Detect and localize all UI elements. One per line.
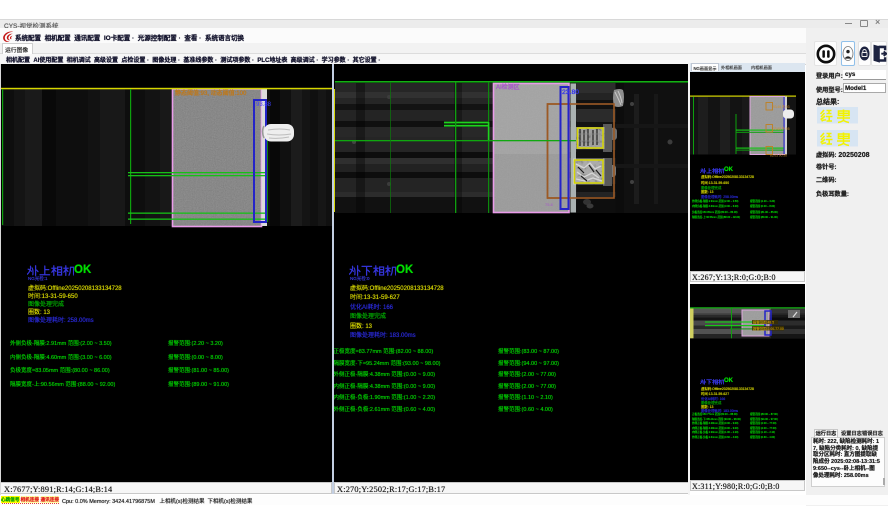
svg-text:静态阈值:93, 动态阈值:100: 静态阈值:93, 动态阈值:100 xyxy=(175,89,247,97)
svg-text:报警范围:48.5: 报警范围:48.5 xyxy=(753,320,774,325)
svg-text:23.68 外:95: 23.68 外:95 xyxy=(773,126,790,131)
svg-text:93.46 内:93: 93.46 内:93 xyxy=(773,104,790,109)
svg-text:83.05 90.56: 83.05 90.56 xyxy=(770,153,787,157)
svg-text:AI检测区: AI检测区 xyxy=(496,83,520,91)
svg-text:报警范围:2.00-77.00: 报警范围:2.00-77.00 xyxy=(753,326,784,331)
svg-text:93.88: 93.88 xyxy=(256,102,272,108)
svg-text:75.8: 75.8 xyxy=(545,202,554,207)
svg-text:23.80: 23.80 xyxy=(562,89,579,96)
